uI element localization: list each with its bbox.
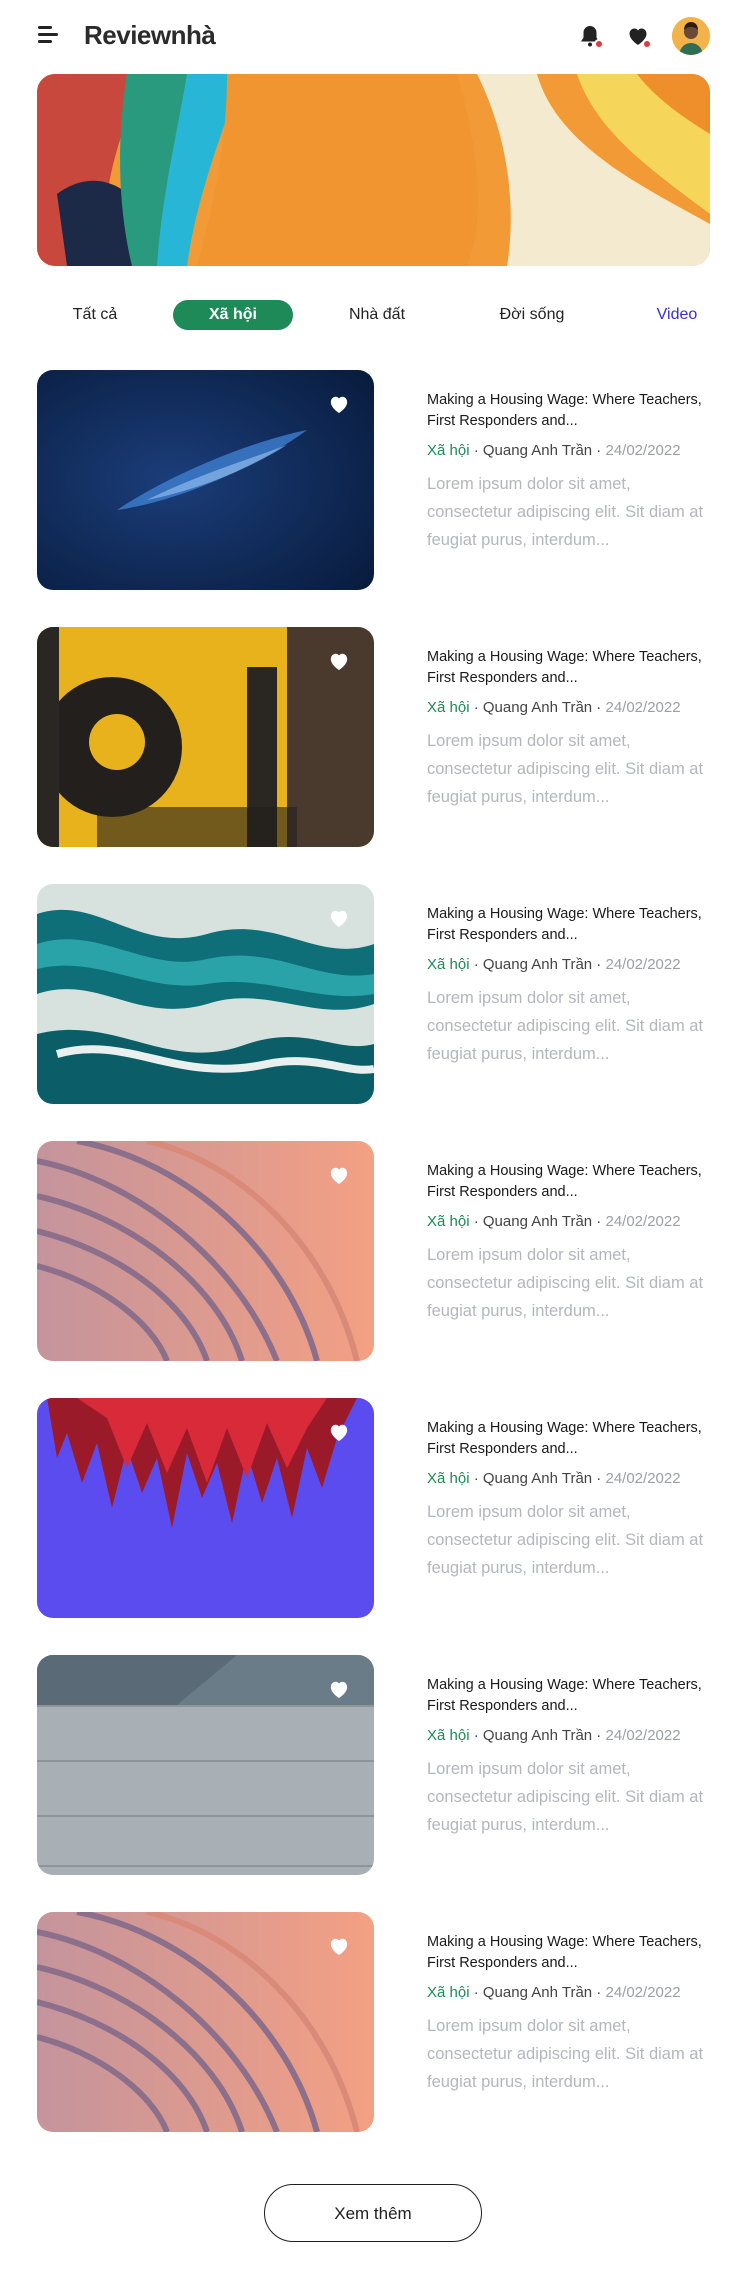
article-card: Making a Housing Wage: Where Teachers, F… bbox=[37, 627, 710, 847]
tab-nha-dat[interactable]: Nhà đất bbox=[337, 300, 417, 330]
tab-xa-hoi[interactable]: Xã hội bbox=[173, 300, 293, 330]
bell-icon[interactable] bbox=[578, 24, 604, 49]
article-body: Making a Housing Wage: Where Teachers, F… bbox=[427, 1161, 717, 1325]
article-title[interactable]: Making a Housing Wage: Where Teachers, F… bbox=[427, 1161, 717, 1203]
article-date: 24/02/2022 bbox=[605, 1984, 681, 2001]
favorite-heart-icon[interactable] bbox=[328, 908, 350, 928]
article-title[interactable]: Making a Housing Wage: Where Teachers, F… bbox=[427, 1418, 717, 1460]
header: Reviewnhà bbox=[0, 0, 746, 72]
article-excerpt: Lorem ipsum dolor sit amet, consectetur … bbox=[427, 1246, 704, 1320]
article-date: 24/02/2022 bbox=[605, 699, 681, 716]
article-meta: Xã hội · Quang Anh Trần · 24/02/2022 bbox=[427, 1213, 681, 1230]
article-author: Quang Anh Trần bbox=[482, 1470, 593, 1487]
article-date: 24/02/2022 bbox=[605, 1470, 681, 1487]
article-thumbnail[interactable] bbox=[37, 884, 374, 1104]
favorite-heart-icon[interactable] bbox=[328, 1679, 350, 1699]
article-title[interactable]: Making a Housing Wage: Where Teachers, F… bbox=[427, 647, 717, 689]
article-body: Making a Housing Wage: Where Teachers, F… bbox=[427, 647, 717, 811]
article-author: Quang Anh Trần bbox=[482, 699, 593, 716]
article-meta: Xã hội · Quang Anh Trần · 24/02/2022 bbox=[427, 1470, 681, 1487]
tab-video[interactable]: Video bbox=[647, 300, 707, 330]
menu-icon[interactable] bbox=[38, 24, 60, 46]
article-body: Making a Housing Wage: Where Teachers, F… bbox=[427, 1418, 717, 1582]
article-author: Quang Anh Trần bbox=[482, 1727, 593, 1744]
article-category[interactable]: Xã hội bbox=[427, 699, 470, 716]
article-category[interactable]: Xã hội bbox=[427, 1470, 470, 1487]
favorite-heart-icon[interactable] bbox=[328, 651, 350, 671]
article-excerpt: Lorem ipsum dolor sit amet, consectetur … bbox=[427, 2017, 704, 2091]
article-body: Making a Housing Wage: Where Teachers, F… bbox=[427, 1675, 717, 1839]
article-thumbnail[interactable] bbox=[37, 1655, 374, 1875]
article-thumbnail[interactable] bbox=[37, 1398, 374, 1618]
article-card: Making a Housing Wage: Where Teachers, F… bbox=[37, 1655, 710, 1875]
article-meta: Xã hội · Quang Anh Trần · 24/02/2022 bbox=[427, 442, 681, 459]
heart-icon[interactable] bbox=[626, 24, 652, 49]
article-body: Making a Housing Wage: Where Teachers, F… bbox=[427, 904, 717, 1068]
article-card: Making a Housing Wage: Where Teachers, F… bbox=[37, 1912, 710, 2132]
article-thumbnail[interactable] bbox=[37, 1141, 374, 1361]
load-more-button[interactable]: Xem thêm bbox=[264, 2184, 482, 2242]
article-card: Making a Housing Wage: Where Teachers, F… bbox=[37, 1398, 710, 1618]
article-body: Making a Housing Wage: Where Teachers, F… bbox=[427, 1932, 717, 2096]
article-card: Making a Housing Wage: Where Teachers, F… bbox=[37, 884, 710, 1104]
article-excerpt: Lorem ipsum dolor sit amet, consectetur … bbox=[427, 1503, 704, 1577]
avatar[interactable] bbox=[672, 17, 710, 55]
article-author: Quang Anh Trần bbox=[482, 1984, 593, 2001]
article-excerpt: Lorem ipsum dolor sit amet, consectetur … bbox=[427, 989, 704, 1063]
article-title[interactable]: Making a Housing Wage: Where Teachers, F… bbox=[427, 1932, 717, 1974]
article-category[interactable]: Xã hội bbox=[427, 1213, 470, 1230]
article-body: Making a Housing Wage: Where Teachers, F… bbox=[427, 390, 717, 554]
article-thumbnail[interactable] bbox=[37, 1912, 374, 2132]
article-author: Quang Anh Trần bbox=[482, 1213, 593, 1230]
favorite-heart-icon[interactable] bbox=[328, 394, 350, 414]
site-logo[interactable]: Reviewnhà bbox=[84, 20, 216, 51]
article-card: Making a Housing Wage: Where Teachers, F… bbox=[37, 1141, 710, 1361]
tab-doi-song[interactable]: Đời sống bbox=[487, 300, 577, 330]
article-thumbnail[interactable] bbox=[37, 627, 374, 847]
favorite-heart-icon[interactable] bbox=[328, 1422, 350, 1442]
favorite-heart-icon[interactable] bbox=[328, 1165, 350, 1185]
tab-tat-ca[interactable]: Tất cả bbox=[61, 300, 129, 330]
article-meta: Xã hội · Quang Anh Trần · 24/02/2022 bbox=[427, 1984, 681, 2001]
hero-banner[interactable] bbox=[37, 74, 710, 266]
article-date: 24/02/2022 bbox=[605, 1213, 681, 1230]
article-title[interactable]: Making a Housing Wage: Where Teachers, F… bbox=[427, 1675, 717, 1717]
article-excerpt: Lorem ipsum dolor sit amet, consectetur … bbox=[427, 732, 704, 806]
article-meta: Xã hội · Quang Anh Trần · 24/02/2022 bbox=[427, 699, 681, 716]
article-category[interactable]: Xã hội bbox=[427, 442, 470, 459]
article-card: Making a Housing Wage: Where Teachers, F… bbox=[37, 370, 710, 590]
article-excerpt: Lorem ipsum dolor sit amet, consectetur … bbox=[427, 1760, 704, 1834]
article-excerpt: Lorem ipsum dolor sit amet, consectetur … bbox=[427, 475, 704, 549]
category-tabs: Tất cả Xã hội Nhà đất Đời sống Video bbox=[37, 300, 710, 330]
article-date: 24/02/2022 bbox=[605, 1727, 681, 1744]
article-date: 24/02/2022 bbox=[605, 442, 681, 459]
favorite-heart-icon[interactable] bbox=[328, 1936, 350, 1956]
article-category[interactable]: Xã hội bbox=[427, 1727, 470, 1744]
article-date: 24/02/2022 bbox=[605, 956, 681, 973]
article-author: Quang Anh Trần bbox=[482, 442, 593, 459]
article-meta: Xã hội · Quang Anh Trần · 24/02/2022 bbox=[427, 956, 681, 973]
article-thumbnail[interactable] bbox=[37, 370, 374, 590]
article-title[interactable]: Making a Housing Wage: Where Teachers, F… bbox=[427, 390, 717, 432]
article-category[interactable]: Xã hội bbox=[427, 1984, 470, 2001]
article-meta: Xã hội · Quang Anh Trần · 24/02/2022 bbox=[427, 1727, 681, 1744]
article-author: Quang Anh Trần bbox=[482, 956, 593, 973]
article-title[interactable]: Making a Housing Wage: Where Teachers, F… bbox=[427, 904, 717, 946]
article-category[interactable]: Xã hội bbox=[427, 956, 470, 973]
